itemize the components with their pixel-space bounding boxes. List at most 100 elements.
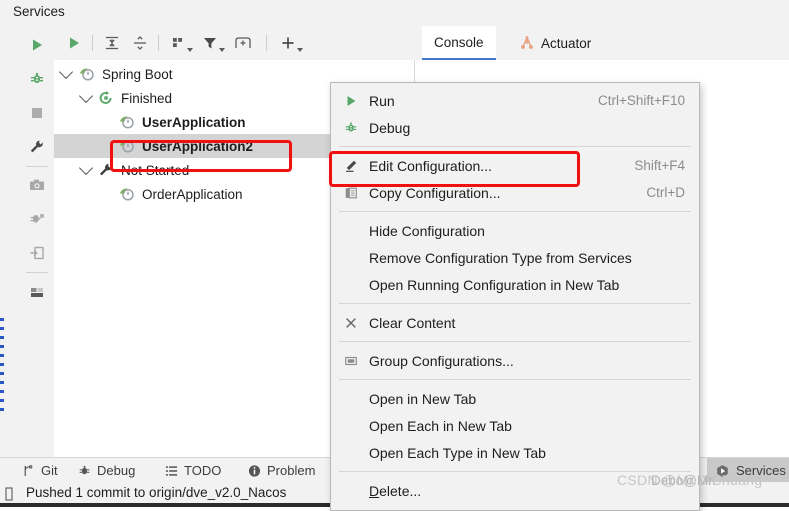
tab-actuator[interactable]: Actuator: [507, 26, 603, 60]
tool-button-problems[interactable]: Problem: [248, 458, 315, 483]
services-toolbar: [54, 26, 414, 61]
tool-button-git[interactable]: Git: [22, 458, 58, 483]
camera-icon: [29, 177, 45, 193]
expand-arrow-icon[interactable]: [74, 160, 98, 176]
tree-node-label: UserApplication2: [142, 138, 254, 154]
menu-item-clear-content[interactable]: Clear Content: [331, 309, 699, 336]
plus-icon: [280, 35, 296, 51]
menu-item-open-in-new-tab[interactable]: Open in New Tab: [331, 385, 699, 412]
run-button[interactable]: [20, 28, 54, 62]
menu-item-label: Clear Content: [369, 314, 456, 331]
chevron-down-icon: [187, 48, 193, 52]
divider: [158, 35, 159, 51]
menu-item-shortcut: Ctrl+Shift+F10: [597, 93, 685, 108]
expand-arrow-icon[interactable]: [74, 88, 98, 104]
menu-divider: [339, 303, 691, 304]
settings-button[interactable]: [20, 130, 54, 164]
screenshot-button[interactable]: [20, 168, 54, 202]
page-title: Services: [13, 4, 65, 19]
play-icon: [341, 92, 361, 110]
menu-item-label: Open in New Tab: [369, 390, 477, 407]
rerun-button[interactable]: [66, 33, 82, 53]
menu-item-open-each-in-new-tab[interactable]: Open Each in New Tab: [331, 412, 699, 439]
no-icon: [341, 482, 361, 500]
finished-icon: [98, 90, 114, 106]
watermark-front: Debo@Mr.: [651, 473, 716, 488]
tree-node-label: OrderApplication: [142, 186, 243, 202]
new-tab-icon: [234, 35, 252, 51]
wrench-icon: [98, 162, 114, 178]
info-icon: [248, 464, 261, 478]
collapse-all-button[interactable]: [132, 33, 148, 53]
menu-item-open-running-configuration-new-tab[interactable]: Open Running Configuration in New Tab: [331, 271, 699, 298]
add-service-button[interactable]: [280, 33, 303, 53]
divider: [92, 35, 93, 51]
menu-item-label: Run: [369, 92, 395, 109]
tree-node-label: UserApplication: [142, 114, 246, 130]
menu-item-label: Debug: [369, 119, 411, 136]
stop-icon: [29, 105, 45, 121]
expand-all-button[interactable]: [104, 33, 120, 53]
play-icon: [66, 35, 82, 51]
expand-arrow-icon[interactable]: [54, 64, 78, 80]
menu-item-copy-configuration[interactable]: Copy Configuration... Ctrl+D: [331, 179, 699, 206]
no-icon: [341, 390, 361, 408]
tab-label: Console: [434, 34, 484, 50]
close-x-icon: [341, 314, 361, 332]
folder-icon: [341, 352, 361, 370]
menu-item-label: Edit Configuration...: [369, 157, 492, 174]
pencil-icon: [341, 157, 361, 175]
divider: [26, 272, 48, 273]
stop-button[interactable]: [20, 96, 54, 130]
menu-divider: [339, 211, 691, 212]
tree-node-label: Not Started: [121, 162, 190, 178]
tool-button-debug[interactable]: Debug: [78, 458, 135, 483]
tool-button-label: Problem: [267, 463, 316, 478]
tool-button-label: Debug: [97, 463, 136, 478]
tool-button-todo[interactable]: TODO: [165, 458, 221, 483]
no-icon: [341, 417, 361, 435]
menu-item-label-rest: elete...: [379, 482, 422, 499]
group-by-button[interactable]: [170, 33, 193, 53]
menu-item-edit-configuration[interactable]: Edit Configuration... Shift+F4: [331, 152, 699, 179]
collapse-all-icon: [132, 35, 148, 51]
tab-label: Actuator: [541, 35, 592, 51]
git-branch-icon: [22, 464, 35, 478]
menu-item-shortcut: Ctrl+D: [646, 185, 685, 200]
wrench-icon: [29, 139, 45, 155]
menu-item-run[interactable]: Run Ctrl+Shift+F10: [331, 87, 699, 114]
menu-item-mnemonic: D: [369, 482, 380, 499]
menu-item-label: Open Each Type in New Tab: [369, 444, 546, 461]
menu-item-debug[interactable]: Debug: [331, 114, 699, 141]
title-bar: Services: [0, 0, 789, 27]
import-button[interactable]: [20, 236, 54, 270]
status-message: Pushed 1 commit to origin/dve_v2.0_Nacos: [26, 485, 287, 500]
spring-boot-icon: [118, 138, 135, 154]
layout-button[interactable]: [20, 276, 54, 310]
menu-item-remove-configuration-type[interactable]: Remove Configuration Type from Services: [331, 244, 699, 271]
left-edge-rail: [0, 26, 21, 457]
tool-button-label: Git: [41, 463, 58, 478]
debug-button[interactable]: [20, 62, 54, 96]
menu-item-label: Remove Configuration Type from Services: [369, 249, 632, 266]
copy-icon: [341, 184, 361, 202]
bug-icon: [341, 119, 361, 137]
filter-button[interactable]: [202, 33, 225, 53]
divider: [26, 166, 48, 167]
menu-divider: [339, 341, 691, 342]
add-tab-button[interactable]: [234, 33, 252, 53]
layout-icon: [29, 285, 45, 301]
bug-icon: [78, 464, 91, 478]
menu-item-open-each-type-in-new-tab[interactable]: Open Each Type in New Tab: [331, 439, 699, 466]
menu-item-label: Open Each in New Tab: [369, 417, 512, 434]
attach-debugger-button[interactable]: [20, 202, 54, 236]
tree-node-label: Finished: [121, 90, 173, 106]
menu-item-label: Hide Configuration: [369, 222, 485, 239]
context-menu[interactable]: Run Ctrl+Shift+F10 Debug Edit Configurat…: [330, 82, 700, 511]
menu-item-label: Open Running Configuration in New Tab: [369, 276, 620, 293]
menu-item-hide-configuration[interactable]: Hide Configuration: [331, 217, 699, 244]
chevron-down-icon: [297, 48, 303, 52]
tab-console[interactable]: Console: [422, 26, 496, 60]
menu-item-group-configurations[interactable]: Group Configurations...: [331, 347, 699, 374]
menu-item-shortcut: Shift+F4: [634, 158, 685, 173]
